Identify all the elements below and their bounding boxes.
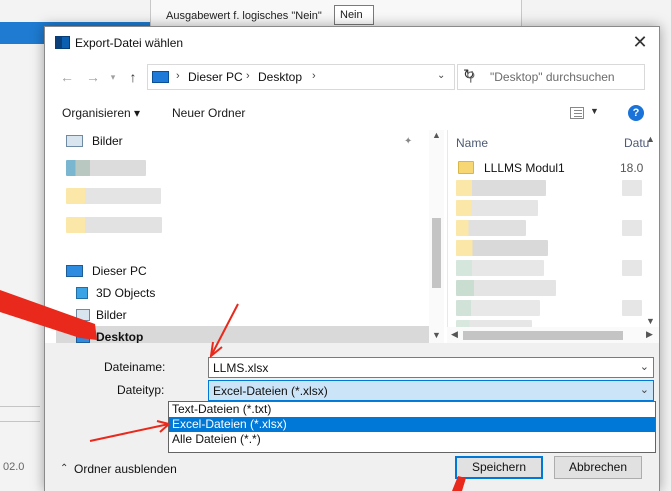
background-date-text: 02.0	[3, 461, 25, 473]
title-bar: Export-Datei wählen ✕	[45, 27, 659, 61]
nav-item-label: Dieser PC	[92, 264, 147, 278]
blurred-file-row	[456, 280, 556, 296]
background-divider	[0, 421, 40, 422]
folder-icon	[458, 161, 474, 174]
blurred-file-row	[456, 240, 548, 256]
nav-item-3d-objects[interactable]: 3D Objects	[56, 282, 431, 304]
blurred-file-date	[622, 220, 642, 236]
background-field-label: Ausgabewert f. logisches "Nein"	[166, 10, 322, 22]
filename-label: Dateiname:	[104, 360, 166, 374]
file-row-folder[interactable]: LLLMS Modul1 18.0	[454, 158, 644, 178]
scroll-right-arrow-icon[interactable]: ▶	[643, 329, 656, 340]
filetype-option-txt[interactable]: Text-Dateien (*.txt)	[169, 402, 655, 417]
scroll-thumb[interactable]	[463, 331, 623, 340]
up-arrow-icon[interactable]: ↑	[123, 67, 143, 87]
filetype-dropdown-list[interactable]: Text-Dateien (*.txt) Excel-Dateien (*.xl…	[168, 401, 656, 453]
file-list[interactable]: Name Datu LLLMS Modul1 18.0 ▲ ▼	[447, 130, 659, 344]
nav-item-this-pc[interactable]: Dieser PC	[56, 260, 431, 282]
chevron-up-icon[interactable]: ⌃	[60, 463, 68, 474]
address-bar[interactable]: › Dieser PC › Desktop › ⌄	[147, 64, 455, 90]
blurred-nav-item	[66, 188, 161, 204]
nav-item-label: Bilder	[92, 134, 123, 148]
nav-item-bilder[interactable]: Bilder	[56, 304, 431, 326]
nav-item-label: 3D Objects	[96, 286, 156, 300]
chevron-down-icon[interactable]: ⌄	[640, 360, 649, 373]
scroll-down-arrow-icon[interactable]: ▼	[644, 316, 657, 326]
navigation-pane[interactable]: Bilder ✦ Dieser PC 3D Objects Bilder Des…	[56, 130, 445, 344]
forward-arrow-icon[interactable]: →	[83, 67, 103, 87]
breadcrumb-separator-icon: ›	[312, 70, 316, 82]
search-box[interactable]: ⚲ "Desktop" durchsuchen	[457, 64, 645, 90]
column-header-name[interactable]: Name	[456, 136, 488, 150]
nav-pane-scrollbar[interactable]: ▲ ▼	[429, 130, 444, 344]
save-button[interactable]: Speichern	[455, 456, 543, 479]
chevron-down-icon[interactable]: ⌄	[640, 383, 649, 396]
navigation-row: ← → ▾ ↑ › Dieser PC › Desktop › ⌄ ↻ ⚲ "D…	[45, 61, 659, 93]
background-field-value[interactable]: Nein	[334, 5, 374, 25]
back-arrow-icon[interactable]: ←	[57, 67, 77, 87]
help-icon[interactable]: ?	[628, 105, 644, 121]
scroll-left-arrow-icon[interactable]: ◀	[448, 329, 461, 340]
filename-value: LLMS.xlsx	[213, 361, 269, 375]
computer-icon	[66, 265, 83, 277]
3d-objects-icon	[76, 287, 88, 299]
search-placeholder: "Desktop" durchsuchen	[490, 70, 615, 84]
pictures-icon	[76, 309, 90, 321]
background-divider	[0, 406, 40, 407]
breadcrumb-desktop[interactable]: Desktop	[258, 70, 302, 84]
filetype-option-all[interactable]: Alle Dateien (*.*)	[169, 432, 655, 447]
app-icon	[55, 36, 70, 49]
blurred-file-date	[622, 180, 642, 196]
search-icon: ⚲	[466, 69, 476, 84]
blurred-file-row	[456, 260, 544, 276]
file-list-horizontal-scrollbar[interactable]: ◀ ▶	[447, 327, 659, 344]
close-button[interactable]: ✕	[625, 29, 655, 57]
nav-item-label: Bilder	[96, 308, 127, 322]
blurred-file-row	[456, 220, 526, 236]
breadcrumb-this-pc[interactable]: Dieser PC	[188, 70, 243, 84]
scroll-up-arrow-icon[interactable]: ▲	[644, 134, 657, 144]
filetype-label: Dateityp:	[117, 383, 165, 397]
nav-item-desktop[interactable]: Desktop	[56, 326, 431, 344]
filetype-select[interactable]: Excel-Dateien (*.xlsx) ⌄	[208, 380, 654, 401]
blurred-file-row	[456, 180, 546, 196]
dialog-title: Export-Datei wählen	[75, 36, 184, 50]
computer-icon	[152, 71, 169, 83]
blurred-file-date	[622, 260, 642, 276]
filetype-option-xlsx[interactable]: Excel-Dateien (*.xlsx)	[169, 417, 655, 432]
filename-combobox[interactable]: LLMS.xlsx ⌄	[208, 357, 654, 378]
address-dropdown-chevron-icon[interactable]: ⌄	[437, 70, 445, 81]
desktop-icon	[76, 331, 90, 343]
blurred-nav-item	[66, 160, 146, 176]
recent-locations-chevron-icon[interactable]: ▾	[103, 67, 123, 87]
blurred-file-date	[622, 300, 642, 316]
breadcrumb-separator-icon: ›	[176, 70, 180, 82]
cancel-button[interactable]: Abbrechen	[554, 456, 642, 479]
file-date: 18.0	[620, 161, 644, 175]
nav-item-label: Desktop	[96, 330, 144, 344]
blurred-file-row	[456, 200, 538, 216]
new-folder-button[interactable]: Neuer Ordner	[172, 106, 245, 120]
view-dropdown-chevron-icon[interactable]: ▼	[590, 106, 599, 116]
filetype-value: Excel-Dateien (*.xlsx)	[213, 384, 328, 398]
file-name: LLLMS Modul1	[484, 161, 565, 175]
scroll-thumb[interactable]	[432, 218, 441, 288]
scroll-down-arrow-icon[interactable]: ▼	[430, 330, 443, 340]
blurred-file-row	[456, 300, 540, 316]
nav-item-bilder-pinned[interactable]: Bilder ✦	[56, 130, 431, 152]
breadcrumb-separator-icon: ›	[246, 70, 250, 82]
pictures-icon	[66, 135, 83, 147]
pin-icon[interactable]: ✦	[404, 136, 412, 147]
view-options-icon[interactable]	[570, 107, 584, 119]
command-toolbar: Organisieren ▾ Neuer Ordner ▼ ?	[45, 101, 659, 127]
hide-folders-toggle[interactable]: Ordner ausblenden	[74, 462, 177, 476]
scroll-up-arrow-icon[interactable]: ▲	[430, 130, 443, 140]
blurred-nav-item	[66, 217, 162, 233]
organize-button[interactable]: Organisieren ▾	[62, 106, 140, 120]
